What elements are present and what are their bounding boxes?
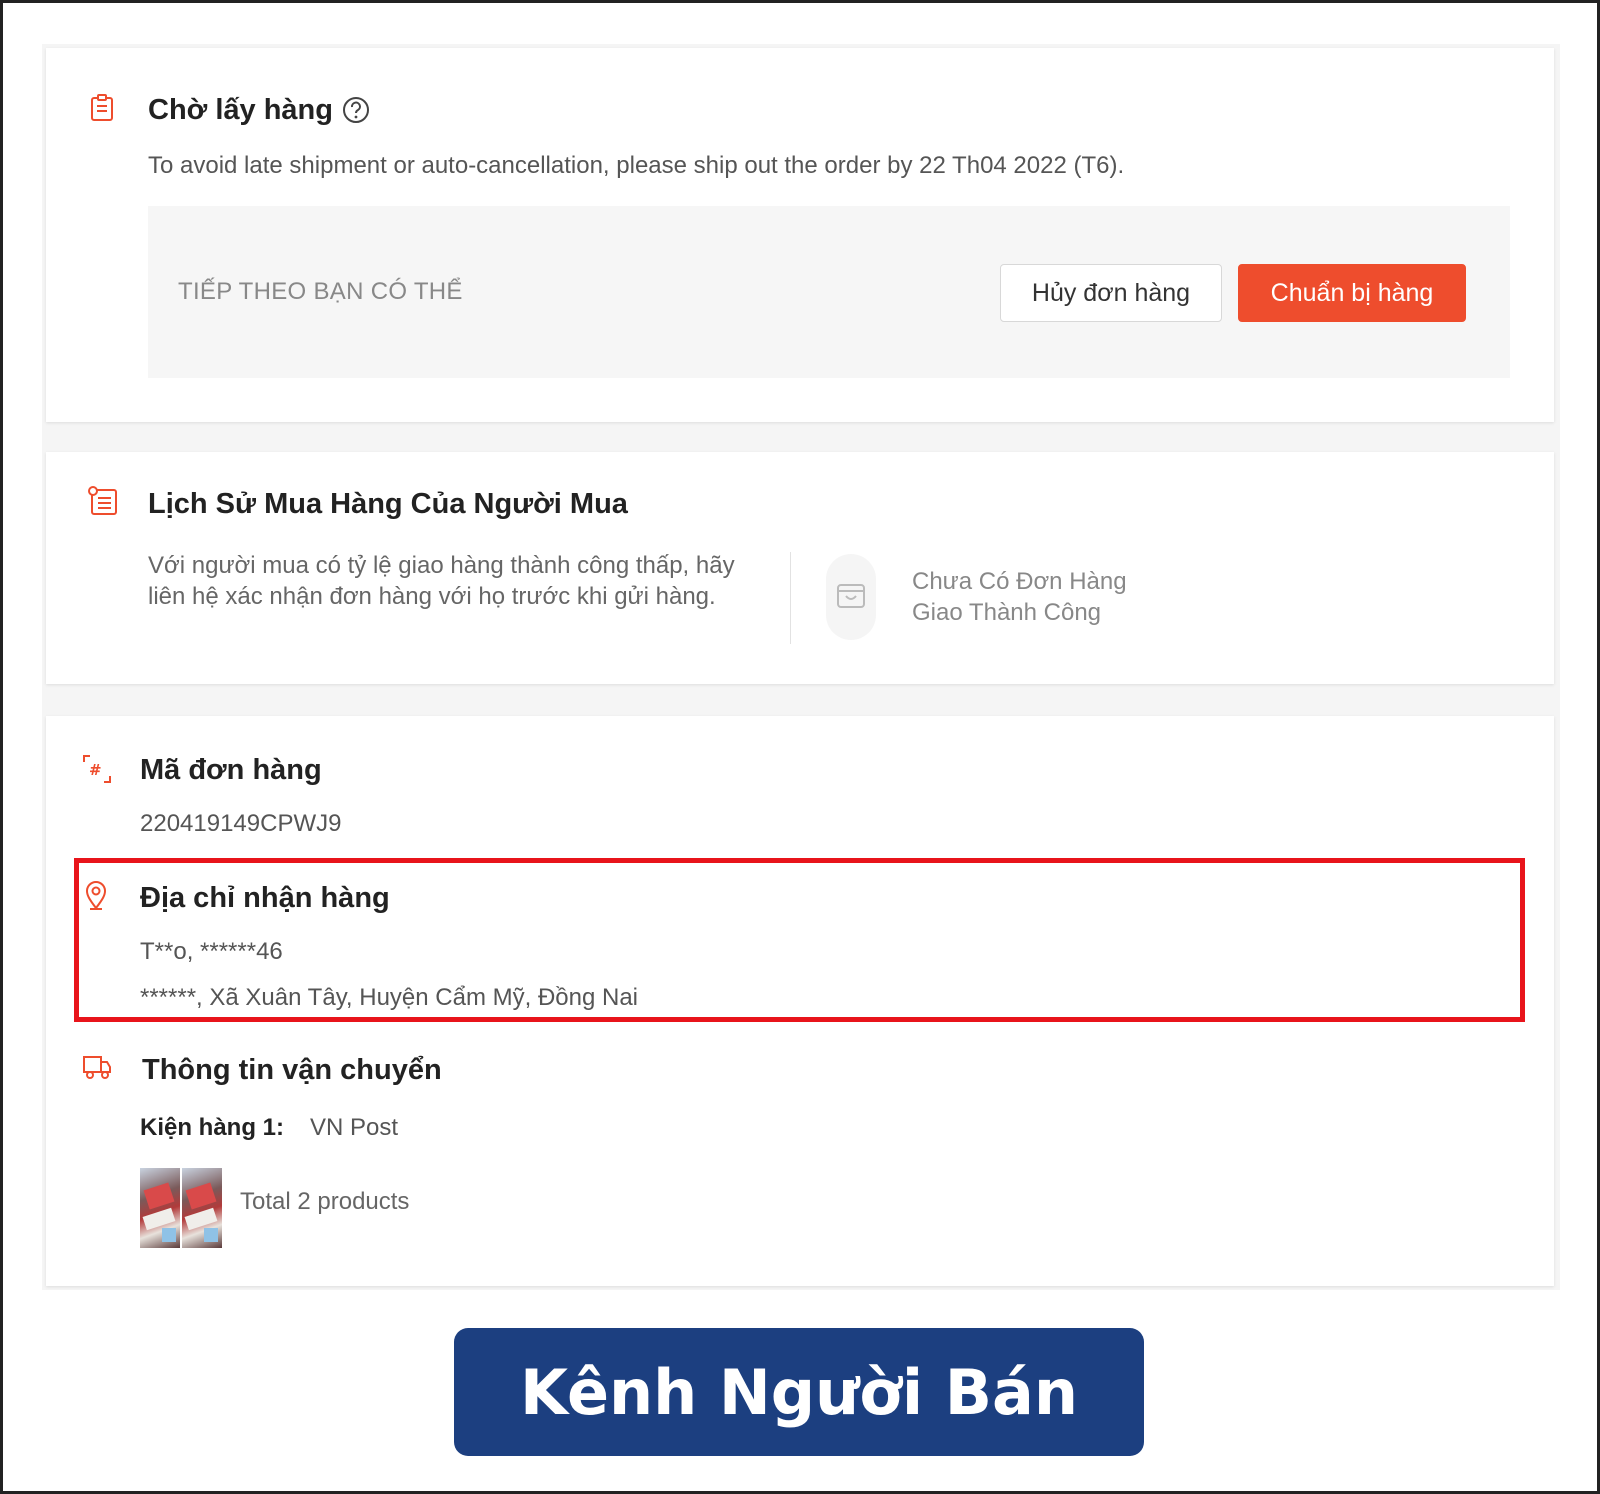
history-title: Lịch Sử Mua Hàng Của Người Mua [148, 488, 628, 520]
product-thumbnail[interactable] [182, 1168, 222, 1248]
next-actions-box: TIẾP THEO BẠN CÓ THỂ Hủy đơn hàng Chuẩn … [148, 206, 1510, 378]
product-thumbnail[interactable] [140, 1168, 180, 1248]
package-label: Kiện hàng 1: [140, 1114, 285, 1141]
history-description: Với người mua có tỷ lệ giao hàng thành c… [148, 552, 735, 610]
delivery-truck-icon [82, 1054, 112, 1080]
ship-deadline-notice: To avoid late shipment or auto-cancellat… [148, 152, 1125, 179]
history-status-line1: Chưa Có Đơn Hàng [912, 568, 1127, 595]
seller-channel-banner: Kênh Người Bán [454, 1328, 1144, 1456]
hashtag-icon: # [82, 754, 112, 784]
order-id-value: 220419149CPWJ9 [140, 810, 342, 837]
order-status-card: Chờ lấy hàng To avoid late shipment or a… [46, 48, 1554, 422]
total-products: Total 2 products [240, 1188, 410, 1215]
history-list-icon [88, 486, 118, 516]
next-actions-label: TIẾP THEO BẠN CÓ THỂ [178, 278, 463, 305]
status-title: Chờ lấy hàng [148, 94, 333, 126]
address-highlight-box [74, 858, 1525, 1022]
carrier-name: VN Post [310, 1114, 399, 1141]
history-status: Chưa Có Đơn Hàng Giao Thành Công [912, 566, 1232, 628]
order-id-title: Mã đơn hàng [140, 754, 322, 786]
history-status-line2: Giao Thành Công [912, 599, 1102, 626]
empty-orders-badge [826, 554, 876, 640]
buyer-history-card: Lịch Sử Mua Hàng Của Người Mua Với người… [46, 452, 1554, 684]
shop-bag-icon [836, 581, 866, 614]
prepare-goods-button[interactable]: Chuẩn bị hàng [1238, 264, 1466, 322]
shipping-title: Thông tin vận chuyển [142, 1054, 442, 1086]
history-divider [790, 552, 791, 644]
svg-text:#: # [89, 761, 102, 779]
clipboard-icon [90, 94, 114, 122]
help-icon[interactable] [342, 96, 370, 129]
cancel-order-button[interactable]: Hủy đơn hàng [1000, 264, 1222, 322]
